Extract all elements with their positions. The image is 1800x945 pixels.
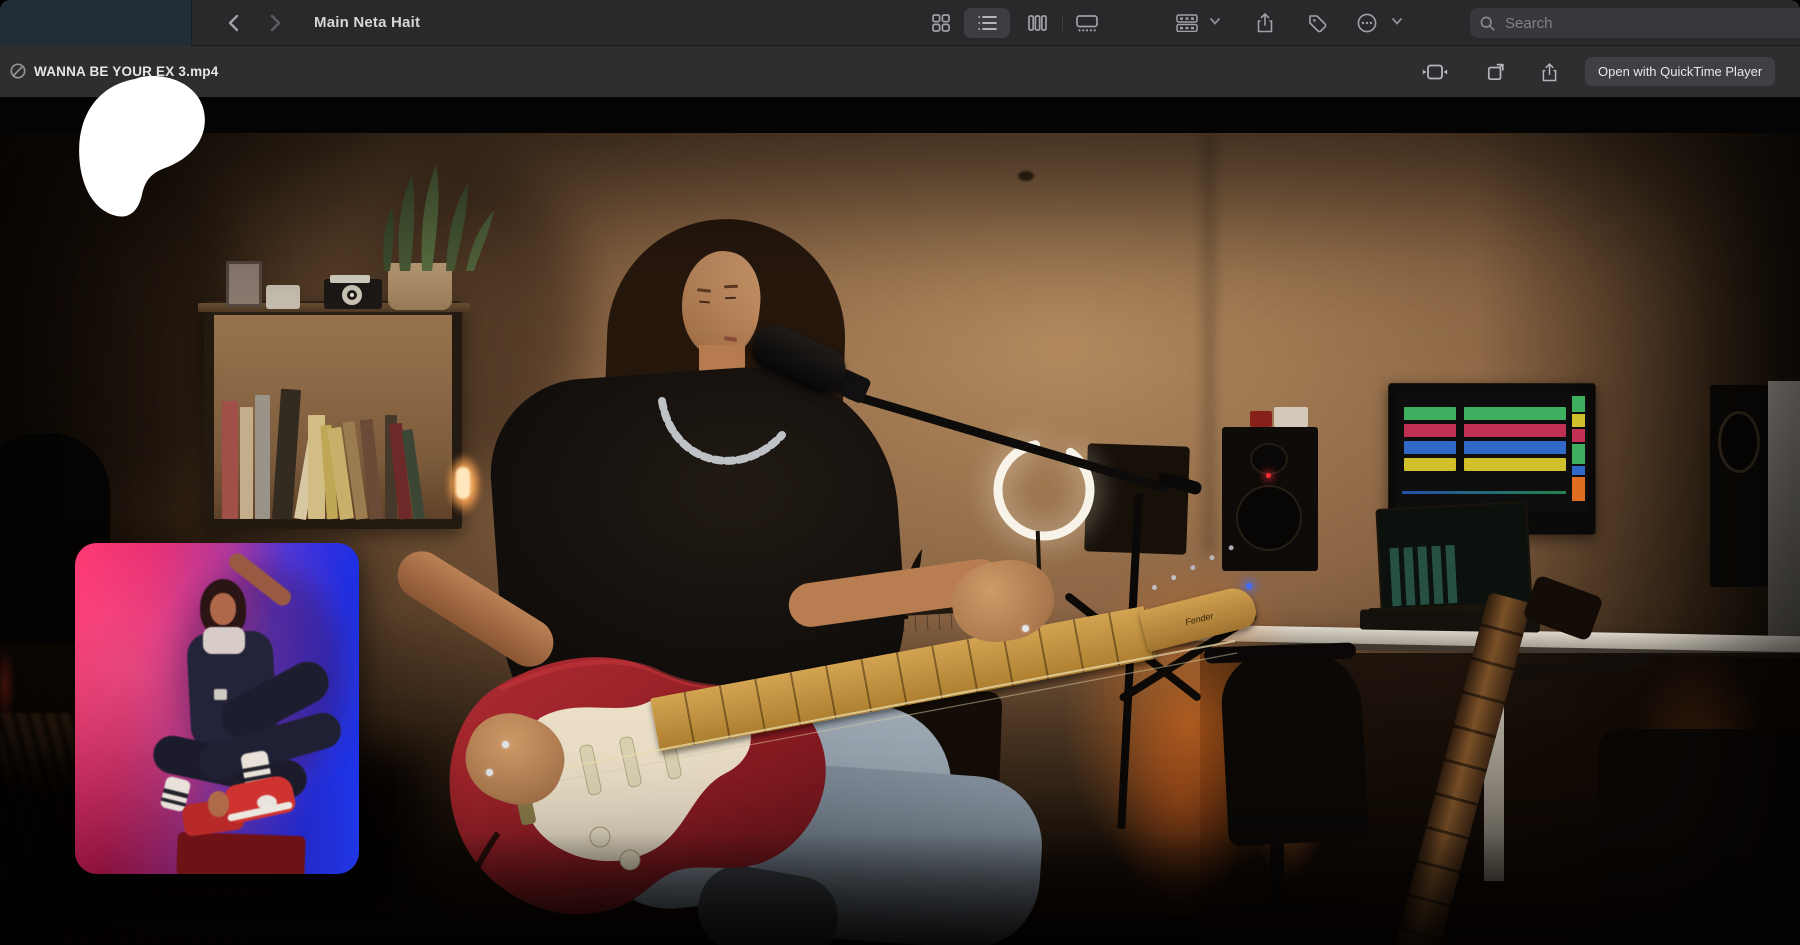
slash-circle-icon bbox=[10, 63, 26, 79]
view-columns-button[interactable] bbox=[1018, 8, 1056, 38]
chevron-left-icon bbox=[228, 14, 239, 32]
tags-button[interactable] bbox=[1298, 8, 1336, 38]
list-view-icon bbox=[978, 15, 997, 31]
quicklook-share-button[interactable] bbox=[1534, 58, 1564, 86]
album-figure-shirt bbox=[203, 627, 245, 654]
group-by-button[interactable] bbox=[1168, 8, 1206, 38]
search-icon bbox=[1480, 16, 1495, 31]
open-button-label: Open with QuickTime Player bbox=[1598, 64, 1762, 79]
group-by-chevron-icon bbox=[1210, 18, 1220, 25]
patreon-logo-icon bbox=[72, 76, 214, 218]
share-icon bbox=[1542, 63, 1557, 82]
popout-window-icon bbox=[1486, 63, 1505, 82]
forward-button[interactable] bbox=[258, 8, 292, 38]
view-gallery-button[interactable] bbox=[1068, 8, 1106, 38]
open-in-window-button[interactable] bbox=[1480, 58, 1510, 86]
share-icon bbox=[1257, 13, 1273, 33]
album-figure-tag bbox=[214, 689, 227, 700]
actual-size-button[interactable] bbox=[1420, 58, 1450, 86]
back-button[interactable] bbox=[216, 8, 250, 38]
ellipsis-circle-icon bbox=[1357, 13, 1377, 33]
gallery-view-icon bbox=[1076, 15, 1098, 32]
window-title: Main Neta Hait bbox=[314, 0, 420, 46]
view-icons-button[interactable] bbox=[922, 8, 960, 38]
album-red-box bbox=[177, 832, 306, 874]
grid-view-icon bbox=[932, 14, 950, 32]
finder-window: Main Neta Hait bbox=[0, 0, 1800, 945]
view-list-button[interactable] bbox=[964, 8, 1010, 38]
album-art-thumbnail bbox=[75, 543, 359, 874]
chevron-right-icon bbox=[270, 14, 281, 32]
pinch-zoom-icon bbox=[1422, 64, 1448, 80]
quicklook-bar: WANNA BE YOUR EX 3.mp4 Open with QuickTi… bbox=[0, 46, 1800, 97]
more-actions-chevron-icon bbox=[1392, 18, 1402, 25]
sidebar-top-strip bbox=[0, 0, 192, 46]
search-field[interactable] bbox=[1470, 8, 1800, 38]
columns-view-icon bbox=[1028, 15, 1047, 31]
finder-toolbar: Main Neta Hait bbox=[0, 0, 1800, 46]
album-figure-face bbox=[210, 593, 236, 625]
open-with-quicktime-button[interactable]: Open with QuickTime Player bbox=[1585, 57, 1775, 86]
tag-icon bbox=[1308, 14, 1327, 33]
toolbar-divider bbox=[1062, 15, 1063, 31]
group-by-icon bbox=[1176, 14, 1198, 32]
share-button[interactable] bbox=[1246, 8, 1284, 38]
search-input[interactable] bbox=[1503, 14, 1783, 33]
more-actions-button[interactable] bbox=[1348, 8, 1386, 38]
